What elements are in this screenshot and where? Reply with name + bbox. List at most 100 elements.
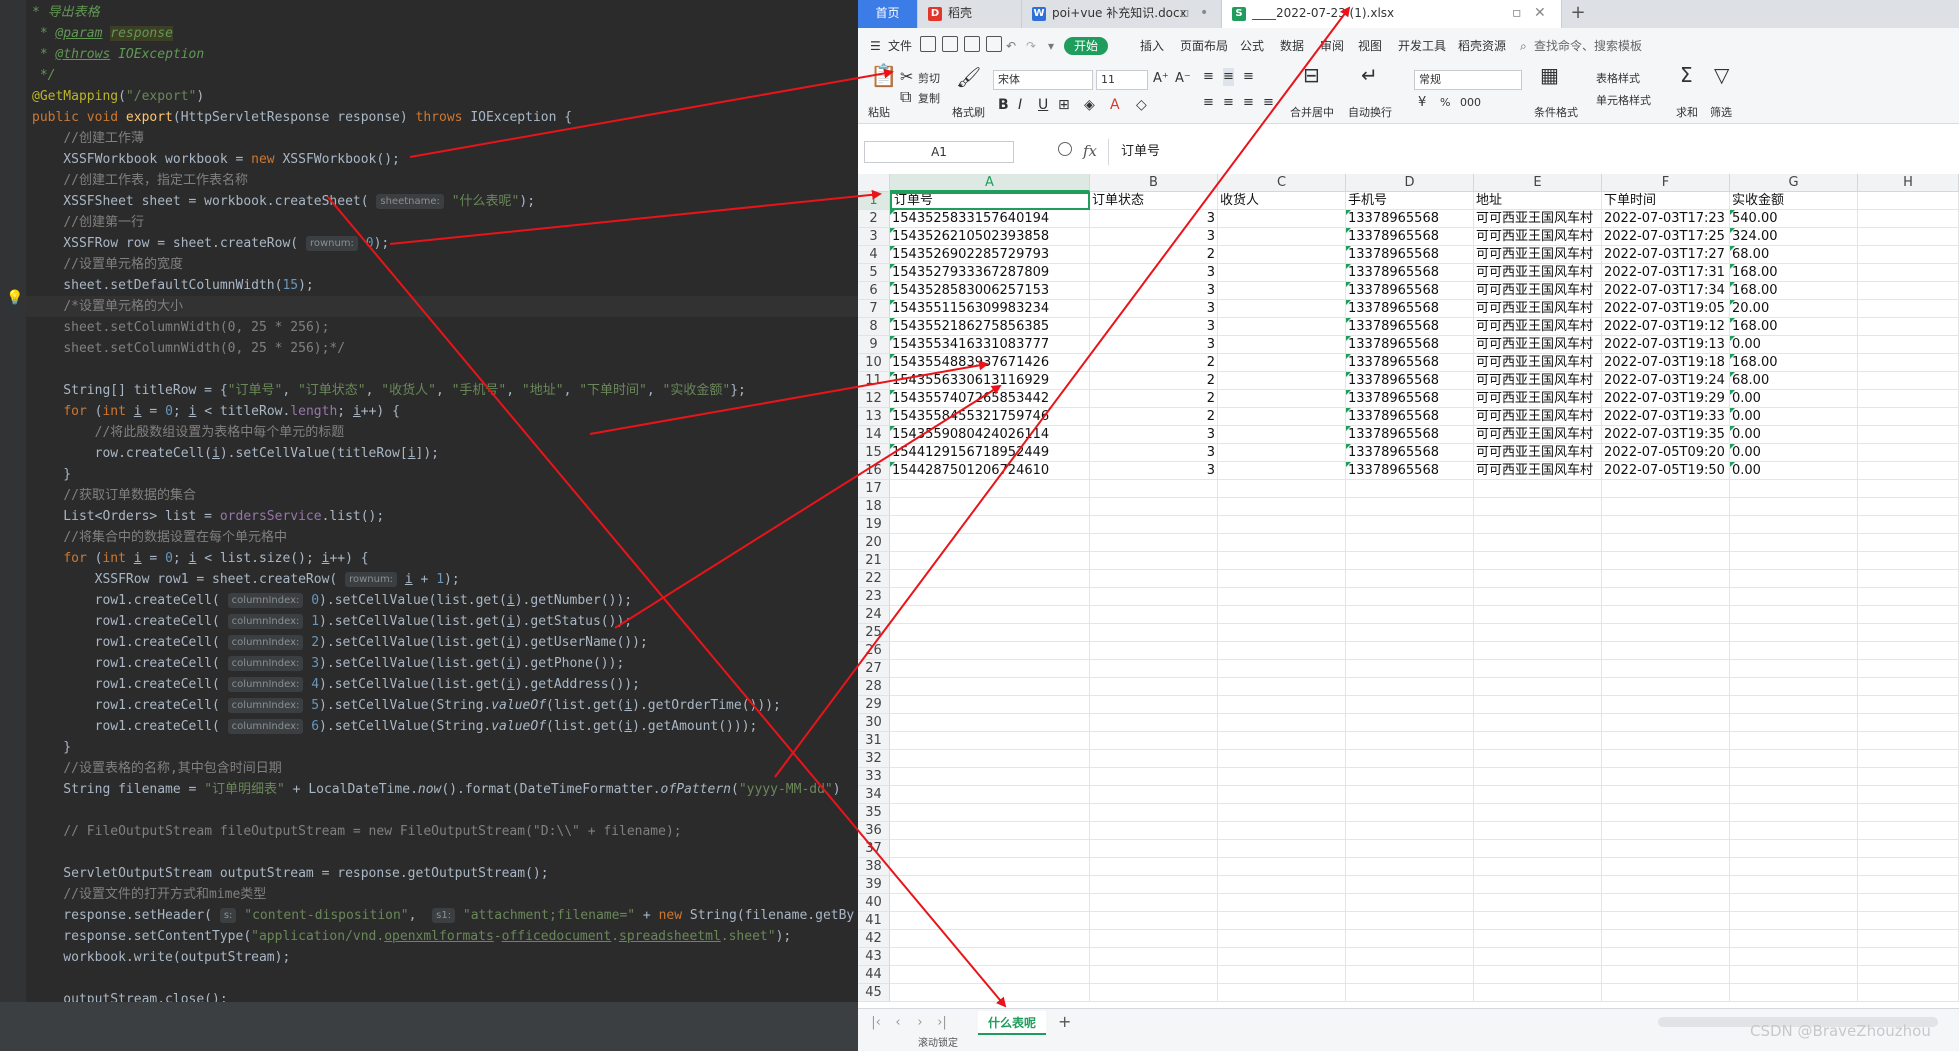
row-header[interactable]: 25 bbox=[858, 624, 890, 642]
table-cell[interactable]: 2022-07-03T17:34 bbox=[1602, 282, 1730, 300]
table-cell[interactable]: 0.00 bbox=[1730, 336, 1858, 354]
table-cell[interactable] bbox=[1218, 894, 1346, 912]
row-header[interactable]: 7 bbox=[858, 300, 890, 318]
table-cell[interactable] bbox=[890, 840, 1090, 858]
table-cell[interactable] bbox=[1858, 444, 1959, 462]
code-line[interactable]: row1.createCell( columnIndex: 6).setCell… bbox=[32, 716, 757, 737]
row-header[interactable]: 42 bbox=[858, 930, 890, 948]
table-cell[interactable] bbox=[1474, 894, 1602, 912]
table-cell[interactable] bbox=[1858, 228, 1959, 246]
table-cell[interactable] bbox=[1346, 768, 1474, 786]
table-cell[interactable] bbox=[1858, 624, 1959, 642]
table-cell[interactable] bbox=[1858, 804, 1959, 822]
table-cell[interactable] bbox=[1090, 714, 1218, 732]
table-cell[interactable] bbox=[1218, 714, 1346, 732]
code-line[interactable]: * @param response bbox=[32, 23, 173, 44]
justify-icon[interactable]: ≡ bbox=[1263, 94, 1274, 112]
menu-insert[interactable]: 插入 bbox=[1140, 37, 1164, 55]
table-cell[interactable]: 2 bbox=[1090, 390, 1218, 408]
code-line[interactable]: workbook.write(outputStream); bbox=[32, 947, 290, 968]
table-cell[interactable]: 可可西亚王国风车村 bbox=[1474, 354, 1602, 372]
code-line[interactable]: for (int i = 0; i < titleRow.length; i++… bbox=[32, 401, 400, 422]
merge-icon[interactable]: ⊟ bbox=[1303, 65, 1320, 85]
table-cell[interactable] bbox=[1602, 624, 1730, 642]
table-cell[interactable] bbox=[1218, 264, 1346, 282]
table-cell[interactable] bbox=[1730, 768, 1858, 786]
row-header[interactable]: 39 bbox=[858, 876, 890, 894]
cell-grid[interactable]: A B C D E F G H 1 订单号 订单状态 收货人 手机号 地址 下单时间 实收金额 2 1543525… bbox=[858, 174, 1959, 1007]
table-cell[interactable]: 2022-07-03T19:13 bbox=[1602, 336, 1730, 354]
table-cell[interactable] bbox=[1090, 786, 1218, 804]
table-cell[interactable] bbox=[1602, 552, 1730, 570]
row-header[interactable]: 11 bbox=[858, 372, 890, 390]
table-cell[interactable] bbox=[1218, 642, 1346, 660]
table-cell[interactable] bbox=[1218, 732, 1346, 750]
table-cell[interactable] bbox=[1218, 624, 1346, 642]
table-cell[interactable] bbox=[890, 732, 1090, 750]
table-cell[interactable] bbox=[1218, 318, 1346, 336]
table-cell[interactable] bbox=[1218, 354, 1346, 372]
table-cell[interactable] bbox=[890, 912, 1090, 930]
table-cell[interactable]: 68.00 bbox=[1730, 246, 1858, 264]
table-cell[interactable] bbox=[890, 948, 1090, 966]
table-cell[interactable] bbox=[1858, 408, 1959, 426]
code-line[interactable]: XSSFRow row1 = sheet.createRow( rownum: … bbox=[32, 569, 460, 590]
column-header[interactable]: F bbox=[1602, 174, 1730, 192]
code-line[interactable]: } bbox=[32, 464, 71, 485]
underline-icon[interactable]: U bbox=[1038, 96, 1048, 114]
font-family-select[interactable]: 宋体 bbox=[993, 70, 1093, 90]
table-cell[interactable] bbox=[1346, 984, 1474, 1002]
table-cell[interactable] bbox=[1346, 606, 1474, 624]
column-header[interactable]: B bbox=[1090, 174, 1218, 192]
table-cell[interactable] bbox=[1730, 498, 1858, 516]
code-line[interactable]: * @throws IOException bbox=[32, 44, 204, 65]
table-cell[interactable] bbox=[1858, 858, 1959, 876]
table-cell[interactable]: 2 bbox=[1090, 408, 1218, 426]
preview-icon[interactable] bbox=[986, 36, 1002, 52]
table-cell[interactable] bbox=[1858, 966, 1959, 984]
table-cell[interactable] bbox=[1602, 840, 1730, 858]
scissors-icon[interactable]: ✂ bbox=[900, 68, 913, 86]
row-header[interactable]: 41 bbox=[858, 912, 890, 930]
table-cell[interactable] bbox=[1474, 516, 1602, 534]
table-cell[interactable] bbox=[1090, 588, 1218, 606]
table-cell[interactable] bbox=[1218, 336, 1346, 354]
table-cell[interactable] bbox=[1474, 732, 1602, 750]
table-cell[interactable] bbox=[1858, 246, 1959, 264]
table-cell[interactable]: 1543557407265853442 bbox=[890, 390, 1090, 408]
menu-review[interactable]: 审阅 bbox=[1320, 37, 1344, 55]
row-header[interactable]: 44 bbox=[858, 966, 890, 984]
align-right-icon[interactable]: ≡ bbox=[1243, 94, 1254, 112]
table-cell[interactable] bbox=[1346, 534, 1474, 552]
name-box[interactable]: A1 bbox=[864, 141, 1014, 163]
header-cell[interactable] bbox=[1858, 192, 1959, 210]
table-cell[interactable] bbox=[1858, 588, 1959, 606]
table-cell[interactable]: 1544287501206724610 bbox=[890, 462, 1090, 480]
table-cell[interactable] bbox=[1602, 714, 1730, 732]
search-commands[interactable]: 查找命令、搜索模板 bbox=[1534, 37, 1642, 55]
code-line[interactable]: //设置文件的打开方式和mime类型 bbox=[32, 884, 266, 905]
table-cell[interactable]: 可可西亚王国风车村 bbox=[1474, 408, 1602, 426]
sigma-icon[interactable]: Σ bbox=[1680, 65, 1693, 85]
code-line[interactable]: XSSFSheet sheet = workbook.createSheet( … bbox=[32, 191, 535, 212]
header-cell[interactable]: 地址 bbox=[1474, 192, 1602, 210]
table-cell[interactable]: 13378965568 bbox=[1346, 264, 1474, 282]
save-icon[interactable] bbox=[920, 36, 936, 52]
table-cell[interactable] bbox=[1858, 912, 1959, 930]
menu-dev[interactable]: 开发工具 bbox=[1398, 37, 1446, 55]
code-line[interactable]: //获取订单数据的集合 bbox=[32, 485, 196, 506]
chevron-down-icon[interactable]: ▾ bbox=[1048, 37, 1054, 55]
code-line[interactable]: for (int i = 0; i < list.size(); i++) { bbox=[32, 548, 368, 569]
table-cell[interactable] bbox=[1858, 552, 1959, 570]
table-cell[interactable] bbox=[1474, 804, 1602, 822]
row-header[interactable]: 5 bbox=[858, 264, 890, 282]
table-cell[interactable] bbox=[1858, 732, 1959, 750]
sheet-tab[interactable]: 什么表呢 bbox=[978, 1011, 1047, 1035]
table-cell[interactable] bbox=[890, 750, 1090, 768]
table-cell[interactable] bbox=[890, 822, 1090, 840]
code-line[interactable]: */ bbox=[32, 65, 56, 86]
table-cell[interactable] bbox=[1730, 894, 1858, 912]
code-line[interactable]: List<Orders> list = ordersService.list()… bbox=[32, 506, 384, 527]
export-icon[interactable] bbox=[942, 36, 958, 52]
table-cell[interactable] bbox=[1730, 588, 1858, 606]
